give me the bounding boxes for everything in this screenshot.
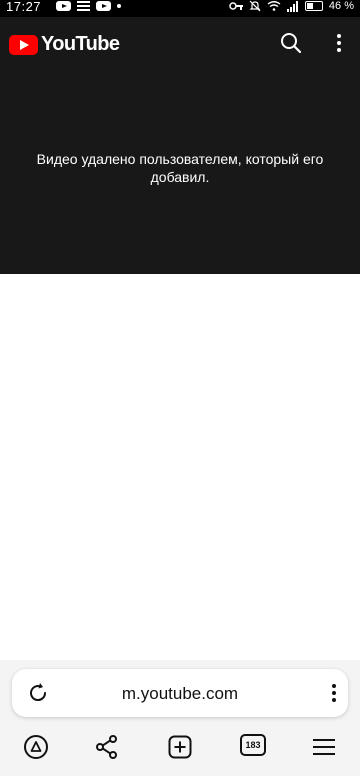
- more-vert-icon[interactable]: [334, 32, 344, 54]
- key-icon: [229, 2, 243, 10]
- youtube-notification-icon: [96, 1, 111, 11]
- battery-percent: 46 %: [328, 0, 354, 12]
- share-icon[interactable]: [95, 734, 119, 760]
- status-time: 17:27: [6, 0, 42, 14]
- alice-icon[interactable]: [23, 734, 49, 760]
- logo-text: YouTube: [41, 33, 120, 55]
- menu-icon[interactable]: [311, 734, 337, 760]
- video-player: YouTube Видео удалено пользователем, кот…: [0, 17, 360, 274]
- tabs-icon[interactable]: 183: [240, 734, 266, 756]
- youtube-notification-icon: [56, 1, 71, 11]
- new-tab-icon[interactable]: [168, 734, 192, 760]
- page-menu-icon[interactable]: [330, 681, 338, 705]
- video-removed-message: Видео удалено пользователем, который его…: [36, 151, 324, 185]
- battery-icon: [304, 1, 323, 11]
- browser-nav: 183: [0, 734, 360, 764]
- news-notification-icon: [77, 1, 90, 11]
- wifi-icon: [267, 1, 281, 11]
- youtube-logo[interactable]: YouTube: [9, 33, 120, 56]
- status-bar: 17:27 46 %: [0, 0, 360, 17]
- address-bar[interactable]: m.youtube.com: [12, 669, 348, 717]
- browser-bottom-bar: m.youtube.com 183: [0, 660, 360, 776]
- search-icon[interactable]: [280, 32, 302, 54]
- url-text[interactable]: m.youtube.com: [12, 684, 348, 704]
- more-notifications-dot: [117, 4, 121, 8]
- signal-icon: [286, 0, 298, 12]
- bell-off-icon: [249, 0, 261, 12]
- youtube-play-icon: [9, 34, 38, 55]
